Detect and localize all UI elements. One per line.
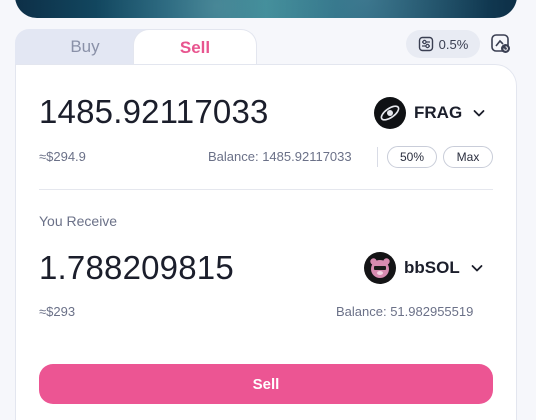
half-amount-button[interactable]: 50% — [387, 146, 437, 168]
trade-tabs: Buy Sell — [15, 29, 265, 66]
pay-token-selector[interactable]: FRAG — [374, 97, 486, 129]
pay-balance: Balance: 1485.92117033 — [208, 149, 352, 164]
pay-amount-input[interactable]: 1485.92117033 — [39, 93, 269, 131]
receive-amount: 1.788209815 — [39, 249, 234, 286]
frag-logo-icon — [374, 97, 406, 129]
balance-divider — [377, 147, 378, 167]
receive-usd-value: ≈$293 — [39, 304, 76, 319]
receive-token-selector[interactable]: bbSOL — [364, 252, 484, 284]
sliders-icon — [418, 36, 434, 52]
chevron-down-icon — [470, 261, 484, 275]
max-amount-button[interactable]: Max — [443, 146, 493, 168]
pay-token-symbol: FRAG — [414, 103, 463, 122]
tab-sell[interactable]: Sell — [133, 29, 257, 66]
receive-token-symbol: bbSOL — [404, 258, 460, 277]
header-banner-image — [15, 0, 517, 18]
receive-label: You Receive — [39, 213, 118, 229]
slippage-value: 0.5% — [438, 36, 469, 52]
chevron-down-icon — [472, 106, 486, 120]
receive-balance: Balance: 51.982955519 — [336, 304, 474, 319]
slippage-settings-button[interactable]: 0.5% — [406, 30, 480, 58]
refresh-icon[interactable] — [490, 33, 512, 55]
sell-button[interactable]: Sell — [39, 364, 493, 404]
bbsol-logo-icon — [364, 252, 396, 284]
section-divider — [39, 189, 493, 190]
pay-usd-value: ≈$294.9 — [39, 149, 86, 164]
